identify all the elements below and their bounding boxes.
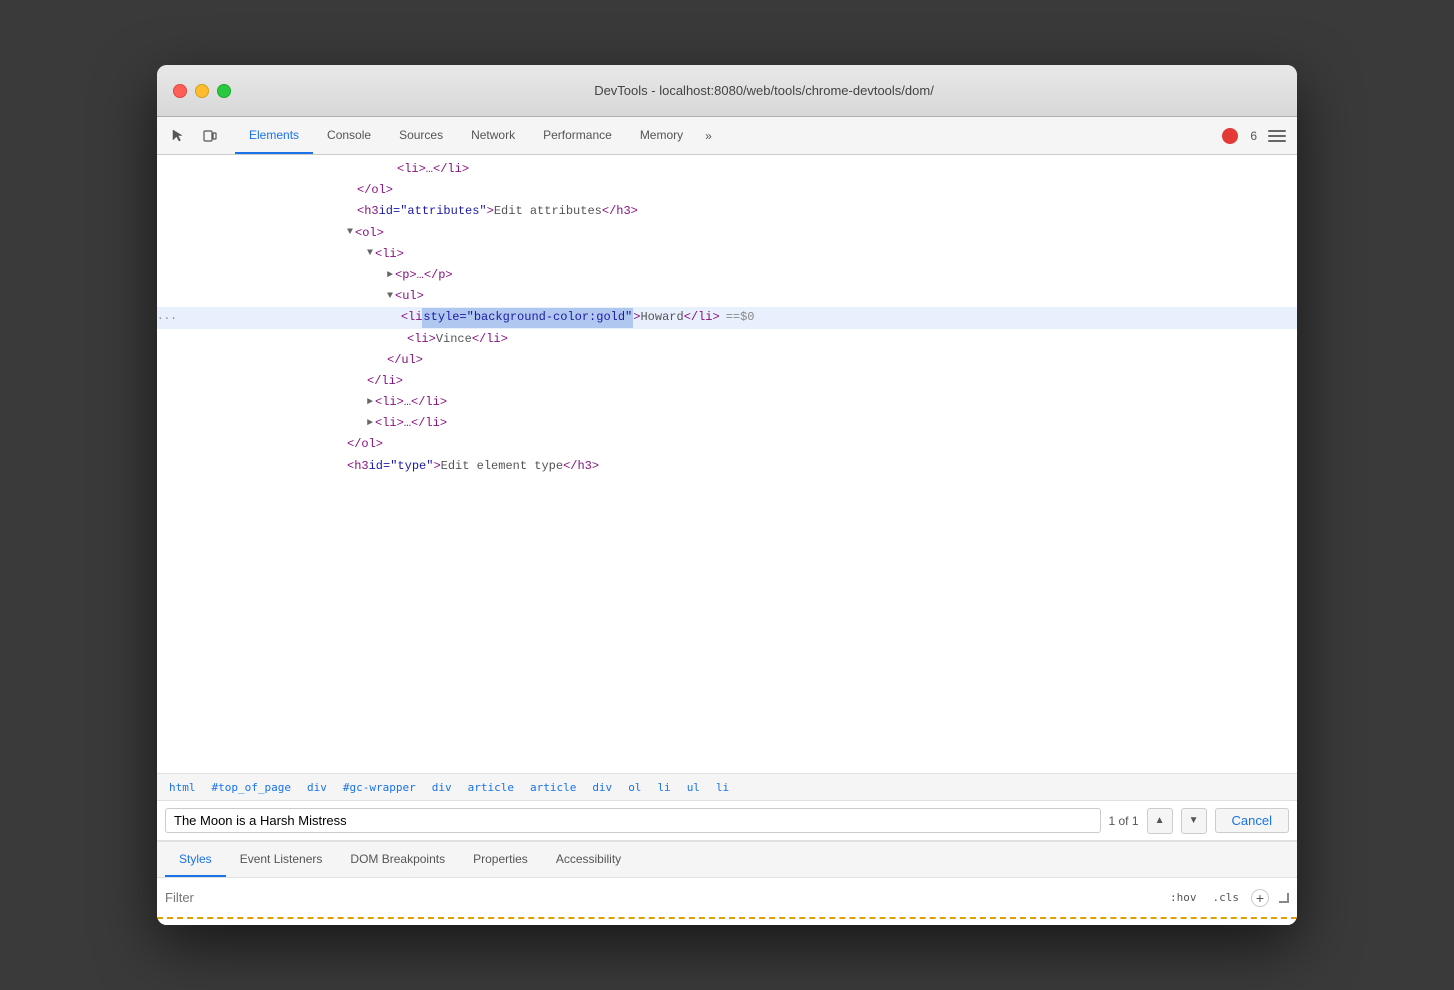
breadcrumb-html[interactable]: html bbox=[165, 779, 200, 796]
search-input[interactable] bbox=[165, 808, 1101, 833]
dom-line-li-vince: <li> Vince </li> bbox=[157, 329, 1297, 350]
tab-sources[interactable]: Sources bbox=[385, 117, 457, 154]
arrow-ol[interactable]: ▼ bbox=[347, 225, 353, 241]
dom-line-ol-close: </ol> bbox=[157, 180, 1297, 201]
more-options-button[interactable] bbox=[1265, 124, 1289, 148]
tab-network[interactable]: Network bbox=[457, 117, 529, 154]
breadcrumb-div-2[interactable]: div bbox=[428, 779, 456, 796]
search-cancel-button[interactable]: Cancel bbox=[1215, 808, 1289, 833]
tab-bar-right: 6 bbox=[1222, 117, 1289, 154]
tab-performance[interactable]: Performance bbox=[529, 117, 626, 154]
devtools-window: DevTools - localhost:8080/web/tools/chro… bbox=[157, 65, 1297, 925]
search-prev-button[interactable]: ▲ bbox=[1147, 808, 1173, 834]
breadcrumb-li-2[interactable]: li bbox=[712, 779, 733, 796]
tab-styles[interactable]: Styles bbox=[165, 842, 226, 877]
tab-memory[interactable]: Memory bbox=[626, 117, 697, 154]
breadcrumb-bar: html #top_of_page div #gc-wrapper div ar… bbox=[157, 773, 1297, 801]
dom-line-ul-close: </ul> bbox=[157, 350, 1297, 371]
title-bar: DevTools - localhost:8080/web/tools/chro… bbox=[157, 65, 1297, 117]
device-toolbar-icon[interactable] bbox=[197, 123, 223, 149]
filter-add-button[interactable]: + bbox=[1251, 889, 1269, 907]
dom-line-li-partial: <li>…</li> bbox=[157, 159, 1297, 180]
dom-line-li-collapsed-1: ► <li>…</li> bbox=[157, 392, 1297, 413]
search-bar: 1 of 1 ▲ ▼ Cancel bbox=[157, 801, 1297, 841]
tab-console[interactable]: Console bbox=[313, 117, 385, 154]
tab-dom-breakpoints[interactable]: DOM Breakpoints bbox=[336, 842, 459, 877]
dom-line-li-highlighted[interactable]: ... <li style="background-color:gold" > … bbox=[157, 307, 1297, 328]
search-next-button[interactable]: ▼ bbox=[1181, 808, 1207, 834]
breadcrumb-ol[interactable]: ol bbox=[624, 779, 645, 796]
filter-bar: :hov .cls + bbox=[157, 877, 1297, 917]
dom-line-h3-type: <h3 id= "type" > Edit element type </h3> bbox=[157, 456, 1297, 477]
tab-accessibility[interactable]: Accessibility bbox=[542, 842, 635, 877]
close-button[interactable] bbox=[173, 84, 187, 98]
toolbar-icons bbox=[165, 117, 223, 154]
menu-dot-3 bbox=[1268, 140, 1286, 142]
filter-input[interactable] bbox=[165, 890, 1158, 905]
filter-cls-button[interactable]: .cls bbox=[1209, 889, 1244, 906]
arrow-li-collapsed-1[interactable]: ► bbox=[367, 395, 373, 411]
breadcrumb-li-1[interactable]: li bbox=[653, 779, 674, 796]
dashed-border-bottom bbox=[157, 917, 1297, 925]
dom-line-li-open: ▼ <li> bbox=[157, 244, 1297, 265]
tab-event-listeners[interactable]: Event Listeners bbox=[226, 842, 337, 877]
select-element-icon[interactable] bbox=[165, 123, 191, 149]
dom-line-p-inline: ► <p>…</p> bbox=[157, 265, 1297, 286]
breadcrumb-gc-wrapper[interactable]: #gc-wrapper bbox=[339, 779, 420, 796]
maximize-button[interactable] bbox=[217, 84, 231, 98]
dom-line-h3-attributes: <h3 id= "attributes" > Edit attributes <… bbox=[157, 201, 1297, 222]
arrow-ul[interactable]: ▼ bbox=[387, 289, 393, 305]
more-tabs-button[interactable]: » bbox=[697, 117, 720, 154]
breadcrumb-article-1[interactable]: article bbox=[464, 779, 518, 796]
arrow-p[interactable]: ► bbox=[387, 268, 393, 284]
arrow-li-collapsed-2[interactable]: ► bbox=[367, 416, 373, 432]
breadcrumb-article-2[interactable]: article bbox=[526, 779, 580, 796]
tab-elements[interactable]: Elements bbox=[235, 117, 313, 154]
tab-properties[interactable]: Properties bbox=[459, 842, 542, 877]
traffic-lights bbox=[173, 84, 231, 98]
dom-line-ul-open: ▼ <ul> bbox=[157, 286, 1297, 307]
filter-actions: :hov .cls + bbox=[1166, 889, 1289, 907]
minimize-button[interactable] bbox=[195, 84, 209, 98]
search-count: 1 of 1 bbox=[1109, 814, 1139, 828]
arrow-li[interactable]: ▼ bbox=[367, 246, 373, 262]
breadcrumb-top-of-page[interactable]: #top_of_page bbox=[208, 779, 295, 796]
error-badge bbox=[1222, 128, 1238, 144]
breadcrumb-div-3[interactable]: div bbox=[588, 779, 616, 796]
filter-hov-button[interactable]: :hov bbox=[1166, 889, 1201, 906]
main-content: <li>…</li> </ol> <h3 id= "attributes" > … bbox=[157, 155, 1297, 925]
bottom-tabs: Styles Event Listeners DOM Breakpoints P… bbox=[157, 841, 1297, 877]
error-count: 6 bbox=[1250, 129, 1257, 143]
dom-line-ol-close2: </ol> bbox=[157, 434, 1297, 455]
dom-line-ol-open: ▼ <ol> bbox=[157, 223, 1297, 244]
breadcrumb-div-1[interactable]: div bbox=[303, 779, 331, 796]
dom-line-li-close: </li> bbox=[157, 371, 1297, 392]
window-title: DevTools - localhost:8080/web/tools/chro… bbox=[247, 83, 1281, 98]
dom-line-li-collapsed-2: ► <li>…</li> bbox=[157, 413, 1297, 434]
filter-resize-handle[interactable] bbox=[1279, 893, 1289, 903]
tab-bar: Elements Console Sources Network Perform… bbox=[157, 117, 1297, 155]
breadcrumb-ul[interactable]: ul bbox=[683, 779, 704, 796]
menu-dot-1 bbox=[1268, 130, 1286, 132]
menu-dot-2 bbox=[1268, 135, 1286, 137]
dom-panel[interactable]: <li>…</li> </ol> <h3 id= "attributes" > … bbox=[157, 155, 1297, 773]
